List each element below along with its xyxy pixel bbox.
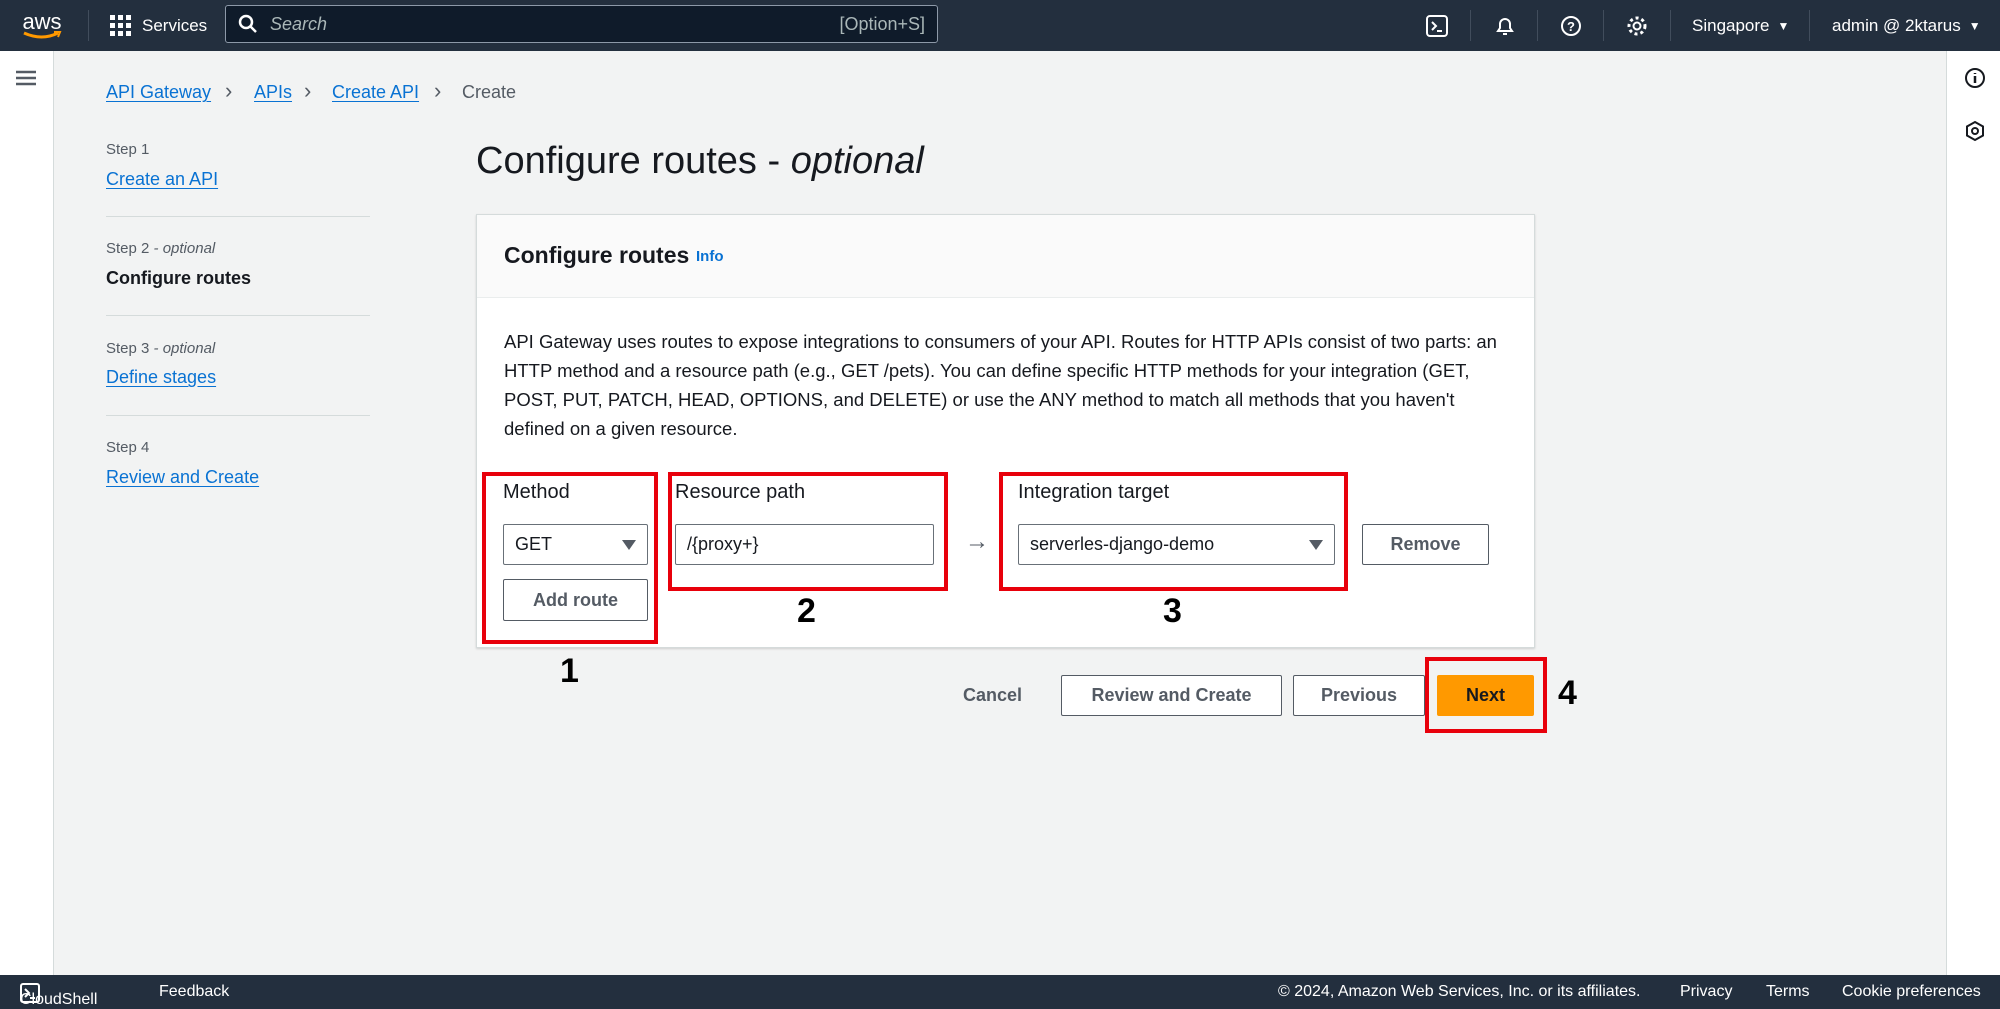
annotation-number-2: 2 <box>797 592 816 630</box>
svg-text:?: ? <box>1567 19 1575 34</box>
caret-down-icon: ▼ <box>1777 18 1790 33</box>
annotation-number-3: 3 <box>1163 592 1182 630</box>
remove-button[interactable]: Remove <box>1362 524 1489 565</box>
search-input[interactable]: Search [Option+S] <box>225 5 938 43</box>
previous-button[interactable]: Previous <box>1293 675 1425 716</box>
info-link[interactable]: Info <box>696 248 724 265</box>
footer: CloudShell Feedback © 2024, Amazon Web S… <box>0 975 2000 1009</box>
copyright: © 2024, Amazon Web Services, Inc. or its… <box>1278 983 1641 1000</box>
breadcrumb-api-gateway[interactable]: API Gateway <box>106 82 211 103</box>
bell-icon <box>1496 17 1514 35</box>
chevron-right-icon: › <box>225 78 233 103</box>
page-title: Configure routes - optional <box>476 140 924 182</box>
annotation-box-4 <box>1425 657 1547 733</box>
hamburger-menu-icon[interactable] <box>16 70 36 86</box>
aws-logo[interactable]: aws <box>22 0 62 51</box>
annotation-number-1: 1 <box>560 652 579 690</box>
cancel-button[interactable]: Cancel <box>963 685 1022 706</box>
step-3-label: Step 3 - optional <box>106 340 216 357</box>
cloudshell-link[interactable]: CloudShell <box>20 983 97 1008</box>
panel-title: Configure routes <box>504 242 690 268</box>
breadcrumb-apis[interactable]: APIs <box>254 82 292 103</box>
breadcrumb-current: Create <box>462 82 517 102</box>
settings-button[interactable] <box>1626 0 1648 51</box>
hexagon-tool-icon[interactable] <box>1964 120 1986 142</box>
account-menu[interactable]: admin @ 2ktarus ▼ <box>1832 0 1981 51</box>
gear-icon <box>1627 16 1647 35</box>
notifications-button[interactable] <box>1494 0 1516 51</box>
cookie-preferences-link[interactable]: Cookie preferences <box>1842 983 1981 1001</box>
review-and-create-button[interactable]: Review and Create <box>1061 675 1282 716</box>
panel-header: Configure routes Info <box>477 215 1534 298</box>
terms-link[interactable]: Terms <box>1766 983 1810 1001</box>
panel-description: API Gateway uses routes to expose integr… <box>504 331 1497 439</box>
step-4-label: Step 4 <box>106 439 150 456</box>
grid-icon <box>110 14 131 36</box>
info-icon[interactable] <box>1964 67 1986 89</box>
services-menu[interactable]: Services <box>110 0 207 51</box>
step-2-label: Step 2 - optional <box>106 240 216 257</box>
annotation-box-2 <box>668 472 948 591</box>
help-button[interactable]: ? <box>1560 0 1582 51</box>
help-icon: ? <box>1561 15 1581 36</box>
breadcrumb-create-api[interactable]: Create API <box>332 82 419 103</box>
annotation-box-3 <box>999 472 1348 591</box>
chevron-right-icon: › <box>434 78 442 103</box>
annotation-box-1 <box>482 472 658 644</box>
top-navigation: aws Services Search [Option+S] ? Singapo… <box>0 0 2000 51</box>
step-1-label: Step 1 <box>106 141 150 158</box>
left-nav-strip <box>0 51 54 975</box>
region-selector[interactable]: Singapore ▼ <box>1692 0 1789 51</box>
aws-smile-icon <box>23 30 62 38</box>
right-tools-strip <box>1946 51 2000 975</box>
feedback-link[interactable]: Feedback <box>159 983 229 1001</box>
caret-down-icon: ▼ <box>1968 18 1981 33</box>
annotation-number-4: 4 <box>1558 674 1577 712</box>
step-2-current: Configure routes <box>106 268 252 288</box>
step-3-link[interactable]: Define stages <box>106 367 216 388</box>
step-4-link[interactable]: Review and Create <box>106 467 259 488</box>
arrow-right-icon: → <box>965 528 989 555</box>
cloudshell-button[interactable] <box>1426 0 1448 51</box>
step-1-link[interactable]: Create an API <box>106 169 218 190</box>
terminal-icon <box>1426 14 1448 37</box>
search-icon <box>238 14 257 33</box>
privacy-link[interactable]: Privacy <box>1680 983 1732 1001</box>
chevron-right-icon: › <box>304 78 312 103</box>
